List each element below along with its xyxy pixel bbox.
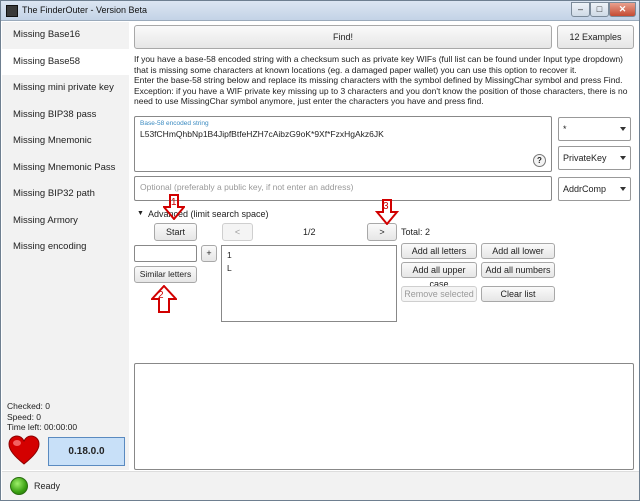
similar-letters-button[interactable]: Similar letters <box>134 266 197 283</box>
sidebar-item-bip32-path[interactable]: Missing BIP32 path <box>2 181 129 208</box>
previous-button[interactable]: < <box>222 223 253 241</box>
description-line: Enter the base-58 string below and repla… <box>134 75 623 86</box>
up-arrow-annotation-icon <box>151 285 177 313</box>
next-button[interactable]: > <box>367 223 397 241</box>
add-all-letters-button[interactable]: Add all letters <box>401 243 477 259</box>
letters-list[interactable]: 1 L <box>221 245 397 322</box>
maximize-button[interactable]: □ <box>590 2 609 17</box>
sidebar-item-armory[interactable]: Missing Armory <box>2 208 129 235</box>
clear-list-button[interactable]: Clear list <box>481 286 555 302</box>
start-button[interactable]: Start <box>154 223 197 241</box>
minimize-button[interactable]: – <box>571 2 590 17</box>
description-line: that is missing some characters at known… <box>134 64 577 75</box>
add-all-numbers-button[interactable]: Add all numbers <box>481 262 555 278</box>
advanced-chevron-icon[interactable]: ▼ <box>137 210 144 217</box>
help-icon[interactable]: ? <box>533 154 546 167</box>
letter-input[interactable] <box>134 245 197 262</box>
search-stats: Checked: 0 Speed: 0 Time left: 00:00:00 <box>7 401 77 433</box>
add-all-lower-case-button[interactable]: Add all lower case <box>481 243 555 270</box>
app-icon <box>6 5 18 17</box>
heart-icon[interactable] <box>8 435 40 467</box>
window-title: The FinderOuter - Version Beta <box>22 5 148 15</box>
chevron-down-icon <box>620 127 626 131</box>
page-indicator: 1/2 <box>303 227 316 237</box>
title-bar: The FinderOuter - Version Beta – □ ✕ <box>1 1 639 21</box>
list-item[interactable]: L <box>227 262 391 275</box>
description-line: need to use MissingChar symbol anymore, … <box>134 96 484 107</box>
status-bar: Ready <box>2 471 639 500</box>
sidebar-item-mnemonic[interactable]: Missing Mnemonic <box>2 128 129 155</box>
input-type-value: PrivateKey <box>563 153 607 163</box>
chevron-down-icon <box>620 187 626 191</box>
time-left: Time left: 00:00:00 <box>7 422 78 432</box>
base58-input-value: L53fCHmQhbNp1B4JipfBtfeHZH7cAibzG9oK*9Xf… <box>140 129 384 139</box>
extra-input[interactable]: Optional (preferably a public key, if no… <box>134 176 552 201</box>
speed-value: Speed: 0 <box>7 411 42 422</box>
add-letter-button[interactable]: + <box>201 245 217 262</box>
add-all-upper-case-button[interactable]: Add all upper case <box>401 262 477 289</box>
status-indicator-icon <box>10 477 28 495</box>
addr-type-value: AddrComp <box>563 184 607 194</box>
missing-char-value: * <box>563 124 567 134</box>
base58-input[interactable]: Base-58 encoded string L53fCHmQhbNp1B4Ji… <box>134 116 552 172</box>
status-text: Ready <box>34 481 61 491</box>
sidebar-item-bip38-pass[interactable]: Missing BIP38 pass <box>2 102 129 129</box>
description-line: Exception: if you have a WIF private key… <box>134 85 628 96</box>
sidebar-item-base16[interactable]: Missing Base16 <box>2 22 129 49</box>
find-button[interactable]: Find! <box>134 25 552 49</box>
addr-type-select[interactable]: AddrComp <box>558 177 631 201</box>
app-window: The FinderOuter - Version Beta – □ ✕ Mis… <box>0 0 640 501</box>
version-badge: 0.18.0.0 <box>48 437 125 466</box>
annotation-label-three: 3 <box>383 201 389 212</box>
examples-button[interactable]: 12 Examples <box>557 25 634 49</box>
sidebar-item-mini-private-key[interactable]: Missing mini private key <box>2 75 129 102</box>
sidebar-item-encoding[interactable]: Missing encoding <box>2 234 129 261</box>
list-item[interactable]: 1 <box>227 249 391 262</box>
sidebar-item-base58[interactable]: Missing Base58 <box>2 48 129 75</box>
description-text: If you have a base-58 encoded string wit… <box>134 54 634 107</box>
missing-char-select[interactable]: * <box>558 117 631 141</box>
description-line: If you have a base-58 encoded string wit… <box>134 54 624 64</box>
total-count: Total: 2 <box>401 227 431 237</box>
remove-selected-button[interactable]: Remove selected <box>401 286 477 302</box>
output-box[interactable] <box>134 363 634 470</box>
annotation-label-two: 2 <box>158 290 164 301</box>
input-type-select[interactable]: PrivateKey <box>558 146 631 170</box>
annotation-label-one: 1 <box>171 197 177 208</box>
sidebar-item-mnemonic-pass[interactable]: Missing Mnemonic Pass <box>2 155 129 182</box>
extra-input-placeholder: Optional (preferably a public key, if no… <box>140 182 354 192</box>
checked-count: Checked: 0 <box>7 401 50 411</box>
chevron-down-icon <box>620 156 626 160</box>
close-button[interactable]: ✕ <box>609 2 636 17</box>
base58-input-label: Base-58 encoded string <box>140 120 209 127</box>
